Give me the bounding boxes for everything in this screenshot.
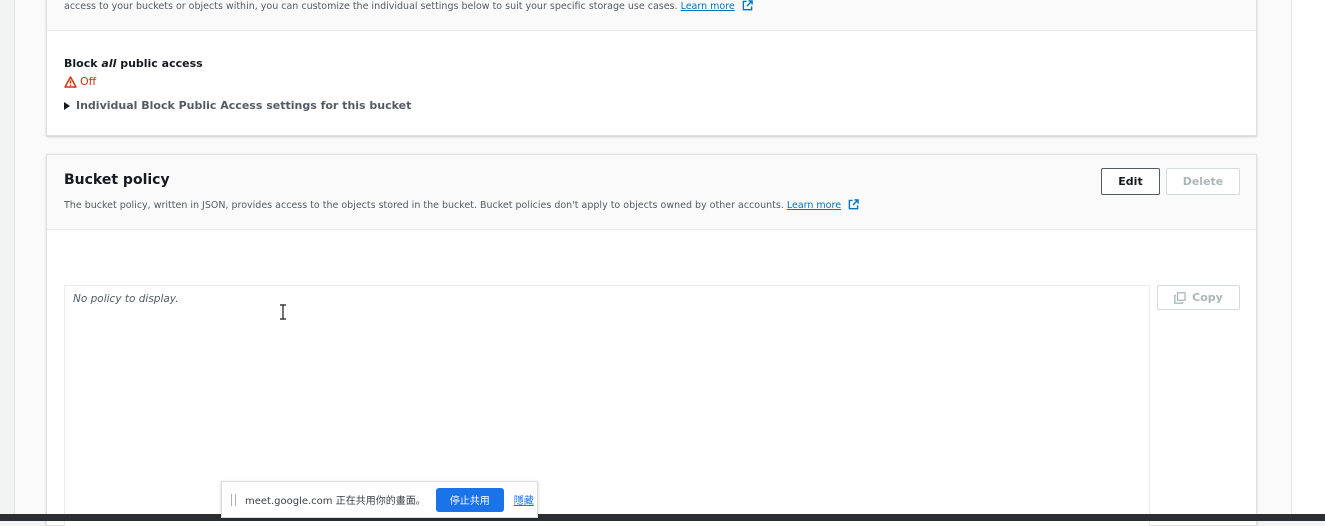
hide-share-bar-link[interactable]: 隱藏 xyxy=(514,492,534,507)
individual-settings-expander[interactable]: Individual Block Public Access settings … xyxy=(64,99,411,112)
status-off-text: Off xyxy=(80,75,97,88)
block-public-access-status: Off xyxy=(64,75,96,88)
no-policy-text: No policy to display. xyxy=(73,293,179,305)
bucket-policy-description: The bucket policy, written in JSON, prov… xyxy=(64,199,859,211)
learn-more-link[interactable]: Learn more xyxy=(787,200,841,211)
delete-button[interactable]: Delete xyxy=(1166,168,1240,195)
bucket-policy-header: Bucket policy The bucket policy, written… xyxy=(47,155,1256,230)
external-link-icon xyxy=(848,199,859,210)
individual-settings-label: Individual Block Public Access settings … xyxy=(76,99,412,112)
taskbar xyxy=(0,514,1325,521)
block-public-access-header: access to your buckets or objects within… xyxy=(47,0,1256,31)
copy-button[interactable]: Copy xyxy=(1157,285,1240,310)
external-link-icon xyxy=(742,0,753,11)
caret-right-icon xyxy=(64,101,70,110)
edit-button[interactable]: Edit xyxy=(1101,168,1160,195)
block-public-access-description: access to your buckets or objects within… xyxy=(64,0,753,12)
screen-share-bar: meet.google.com 正在共用你的畫面。 停止共用 隱藏 xyxy=(221,481,538,518)
copy-label: Copy xyxy=(1192,291,1223,304)
bucket-policy-panel: Bucket policy The bucket policy, written… xyxy=(46,154,1257,526)
warning-icon xyxy=(64,75,77,88)
screen-share-message: meet.google.com 正在共用你的畫面。 xyxy=(245,496,426,507)
right-scroll-area xyxy=(1291,0,1325,514)
copy-icon xyxy=(1174,291,1186,304)
block-public-access-panel: access to your buckets or objects within… xyxy=(46,0,1257,136)
stop-sharing-button[interactable]: 停止共用 xyxy=(435,487,504,512)
learn-more-link[interactable]: Learn more xyxy=(681,1,735,12)
bucket-policy-title: Bucket policy xyxy=(64,172,170,188)
text-cursor-icon xyxy=(280,304,286,320)
block-all-public-access-label: Block all public access xyxy=(64,57,203,70)
drag-handle-icon[interactable] xyxy=(231,493,236,506)
